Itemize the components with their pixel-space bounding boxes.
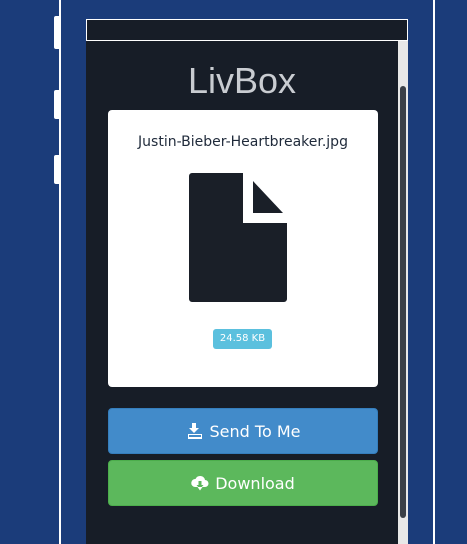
device-screen: LivBox Justin-Bieber-Heartbreaker.jpg 24… [86, 19, 408, 544]
file-card: Justin-Bieber-Heartbreaker.jpg 24.58 KB [108, 110, 378, 387]
download-label: Download [215, 473, 295, 493]
scrollbar-thumb[interactable] [400, 86, 406, 518]
status-bar [86, 19, 408, 41]
send-to-me-icon [187, 423, 202, 439]
device-frame-left-edge [59, 0, 61, 544]
device-side-button [54, 16, 59, 49]
send-to-me-label: Send To Me [209, 421, 301, 441]
download-button[interactable]: Download [108, 460, 378, 506]
send-to-me-button[interactable]: Send To Me [108, 408, 378, 454]
device-side-button [54, 155, 59, 184]
device-side-button [54, 90, 59, 119]
file-size-badge: 24.58 KB [213, 329, 272, 349]
app-title: LivBox [187, 60, 297, 101]
scrollbar[interactable] [398, 41, 408, 544]
cloud-download-icon [191, 475, 209, 491]
device-frame-right-edge [433, 0, 435, 544]
page-background: LivBox Justin-Bieber-Heartbreaker.jpg 24… [0, 0, 467, 544]
file-name: Justin-Bieber-Heartbreaker.jpg [138, 134, 348, 150]
file-icon [189, 173, 287, 302]
